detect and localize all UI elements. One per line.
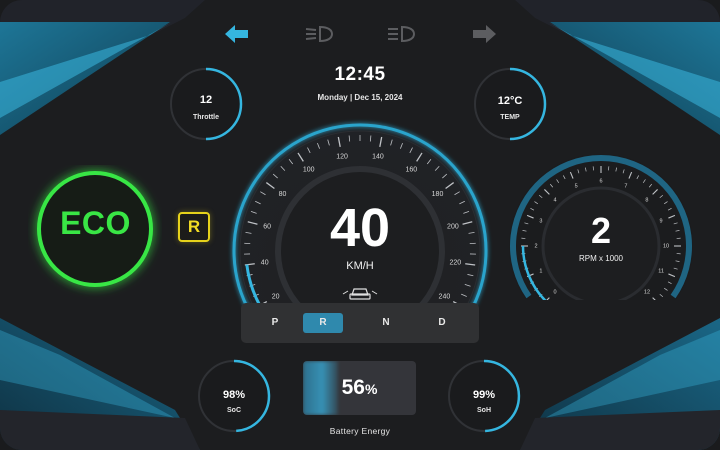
rpm-tick-label: 6 <box>599 178 602 184</box>
speed-tick-label: 100 <box>303 167 315 174</box>
speed-tick-label: 40 <box>261 259 269 266</box>
speed-tick-label: 120 <box>336 154 348 161</box>
speed-tick <box>369 135 372 142</box>
gear-n[interactable]: N <box>366 303 406 343</box>
rpm-tick-label: 4 <box>554 197 557 203</box>
rpm-tick-label: 9 <box>660 219 663 225</box>
speed-value: 40 <box>330 198 390 258</box>
speed-tick-label: 160 <box>405 167 417 174</box>
speed-tick-label: 60 <box>263 224 271 231</box>
speed-tick-label: 80 <box>279 191 287 198</box>
rpm-tick-label: 3 <box>539 219 542 225</box>
gear-p[interactable]: P <box>255 303 295 343</box>
clock-time: 12:45 <box>334 64 386 85</box>
rpm-tick-label: 8 <box>645 197 648 203</box>
speed-tick-label: 140 <box>372 154 384 161</box>
reverse-gear-badge: R <box>178 212 210 242</box>
soc-value: 98% <box>223 389 245 401</box>
speedometer: 20406080100120140160180200220240260 40 K… <box>232 123 488 316</box>
soh-label: SoH <box>477 407 491 414</box>
dashboard: 12:45 Monday | Dec 15, 2024 12 Throttle … <box>0 0 720 450</box>
low-beam-headlight-icon <box>305 25 334 43</box>
clock-date: Monday | Dec 15, 2024 <box>317 93 403 102</box>
throttle-label: Throttle <box>193 114 219 121</box>
rpm-tick-label: 2 <box>534 243 537 249</box>
speed-tick <box>348 135 351 142</box>
rpm-tick-label: 0 <box>554 289 557 295</box>
state-of-charge-gauge: 98% SoC <box>198 359 271 433</box>
rpm-tick-label: 5 <box>575 183 578 189</box>
gear-d[interactable]: D <box>422 303 462 343</box>
rpm-tick-label: 10 <box>663 243 669 249</box>
speed-tick-label: 20 <box>272 294 280 301</box>
rpm-tick-label: 1 <box>539 268 542 274</box>
tachometer: 0123456789101112 2 RPM x 1000 <box>509 154 693 300</box>
temperature-label: TEMP <box>500 114 520 121</box>
speed-tick-label: 180 <box>432 191 444 198</box>
high-beam-headlight-icon <box>388 25 416 43</box>
battery-energy-value: 56% <box>303 361 416 415</box>
speed-tick-label: 200 <box>447 224 459 231</box>
rpm-value: 2 <box>591 210 611 251</box>
left-turn-signal-icon <box>225 25 248 43</box>
right-turn-signal-icon <box>473 25 496 43</box>
rpm-tick-label: 12 <box>644 289 650 295</box>
speed-tick-label: 220 <box>449 259 461 266</box>
soc-label: SoC <box>227 407 241 414</box>
speed-tick-label: 240 <box>439 294 451 301</box>
state-of-health-gauge: 99% SoH <box>448 359 521 433</box>
rpm-tick-label: 7 <box>624 183 627 189</box>
battery-energy-unit: % <box>364 381 378 397</box>
speed-unit: KM/H <box>346 260 374 272</box>
battery-energy-number: 56 <box>341 376 365 399</box>
gear-selector: P R N D <box>241 303 479 343</box>
rpm-tick-label: 11 <box>658 268 664 274</box>
eco-label: ECO <box>60 205 131 241</box>
battery-energy-meter: 56% <box>303 361 416 415</box>
soh-value: 99% <box>473 389 495 401</box>
battery-energy-label: Battery Energy <box>329 426 391 436</box>
throttle-value: 12 <box>200 94 212 106</box>
gear-r[interactable]: R <box>303 313 343 333</box>
rpm-unit: RPM x 1000 <box>579 254 624 263</box>
temperature-value: 12°C <box>498 95 523 107</box>
